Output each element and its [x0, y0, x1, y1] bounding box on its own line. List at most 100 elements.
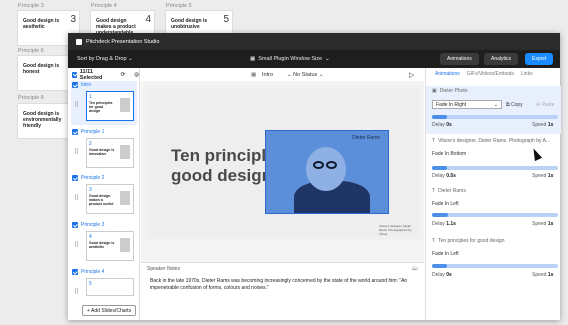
text-icon: T	[432, 187, 436, 194]
slide-thumbnail[interactable]: 3 Good design makes a product useful	[86, 184, 134, 214]
window-size-dropdown[interactable]: ▦ Small Plugin Window Size ⌄	[250, 56, 330, 62]
delay-value: 0s	[446, 122, 452, 128]
animation-item[interactable]: T Dieter Rams Fade In Left Delay 1.1s Spe…	[426, 186, 561, 234]
slide-card[interactable]: Good design is honest	[17, 55, 69, 91]
effect-select[interactable]: Fade In Left	[432, 251, 459, 257]
column-label: Principle 4	[91, 3, 117, 9]
chevron-down-icon: ⌄	[325, 56, 330, 62]
play-icon[interactable]: ▷	[409, 71, 414, 79]
slide-thumbnail[interactable]: 2 Good design is innovative	[86, 138, 134, 168]
slide-thumbnail[interactable]: 1 Ten principles for good design	[86, 91, 134, 121]
paste-button[interactable]: ⊖ Paste	[536, 102, 554, 108]
slide-checkbox[interactable]	[72, 129, 78, 135]
dieter-photo[interactable]: Dieter Rams	[265, 130, 389, 214]
speed-readout: Speed 1s	[532, 272, 554, 278]
book-icon[interactable]: 📖	[412, 266, 418, 272]
slide-number: 2	[89, 141, 92, 147]
card-number: 3	[70, 14, 76, 25]
tab-links[interactable]: Links	[521, 71, 533, 77]
title-bar: Pitchdeck Presentation Studio	[68, 33, 560, 50]
select-all-checkbox[interactable]	[72, 71, 77, 78]
delay-value: 1.1s	[446, 221, 456, 227]
animations-button[interactable]: Animations	[440, 53, 479, 65]
animation-target: Dieter Rams	[438, 187, 466, 194]
drag-handle-icon[interactable]: ⠿	[74, 101, 79, 109]
slide-card[interactable]: Good design is environmentally friendly	[17, 103, 69, 139]
tab-gifs[interactable]: GIFs/Videos/Embeds	[467, 71, 514, 77]
speaker-notes-text[interactable]: Back in the late 1970s, Dieter Rams was …	[141, 275, 424, 295]
paste-label: Paste	[541, 102, 555, 108]
column-label: Principle 3	[18, 3, 44, 9]
slide-thumbnail[interactable]: 5	[86, 278, 134, 296]
slide-checkbox[interactable]	[72, 82, 78, 88]
timeline-fill[interactable]	[432, 264, 448, 268]
delay-readout: Delay 0.5s	[432, 173, 456, 179]
drag-handle-icon[interactable]: ⠿	[74, 288, 79, 296]
status-label: No Status	[293, 72, 318, 78]
timeline-track[interactable]	[432, 166, 558, 170]
slide-list-item[interactable]: Principle 2 ⠿ 3 Good design makes a prod…	[71, 174, 137, 214]
animation-item[interactable]: T Vitsoe's designer, Dieter Rams. Photogr…	[426, 136, 561, 184]
slide-list-item[interactable]: Principle 1 ⠿ 2 Good design is innovativ…	[71, 128, 137, 168]
timeline-track[interactable]	[432, 264, 558, 268]
copy-button[interactable]: ⧉ Copy	[506, 102, 523, 108]
slide-checkbox[interactable]	[72, 175, 78, 181]
app-logo-icon	[76, 38, 82, 45]
window-size-label: Small Plugin Window Size	[258, 56, 323, 62]
timeline-track[interactable]	[432, 213, 558, 217]
timeline-fill[interactable]	[432, 166, 448, 170]
drag-handle-icon[interactable]: ⠿	[74, 194, 79, 202]
analytics-button[interactable]: Analytics	[484, 53, 519, 65]
slide-name: Intro	[262, 72, 274, 78]
slide-thumb-title: Good design is aesthetic	[89, 241, 115, 249]
animation-item[interactable]: ▣ Dieter Photo Fade In Right ⌄ ⧉ Copy ⊖ Pa…	[426, 86, 561, 134]
slide-checkbox[interactable]	[72, 269, 78, 275]
grid-icon[interactable]: ▦	[251, 72, 256, 78]
timeline-fill[interactable]	[432, 115, 448, 119]
slide-list-item[interactable]: Principle 3 ⠿ 4 Good design is aesthetic	[71, 221, 137, 261]
slides-panel: 11/11 Selected ⟳ ◎ Intro ⠿ 1 Ten princip…	[68, 68, 140, 320]
refresh-icon[interactable]: ⟳	[121, 72, 126, 78]
slide-list-item[interactable]: Principle 4 ⠿ 5	[71, 268, 137, 296]
delay-readout: Delay 0s	[432, 272, 452, 278]
timeline-track[interactable]	[432, 115, 558, 119]
effect-select[interactable]: Fade In Right ⌄	[432, 100, 502, 109]
status-dropdown[interactable]: ⌄ No Status ⌄	[287, 72, 323, 78]
sort-dropdown[interactable]: Sort by Drag & Drop ⌄	[77, 56, 133, 62]
chevron-down-icon: ⌄	[493, 102, 498, 108]
glasses-icon	[313, 161, 324, 169]
column-label: Principle 5	[166, 3, 192, 9]
export-button[interactable]: Export	[525, 53, 554, 65]
speed-readout: Speed 1s	[532, 122, 554, 128]
slide-header-bar: ▦ Intro ⌄ No Status ⌄ ▷	[141, 68, 424, 81]
slide-checkbox[interactable]	[72, 222, 78, 228]
speed-value: 1s	[547, 272, 554, 278]
effect-select[interactable]: Fade In Left	[432, 201, 459, 207]
drag-handle-icon[interactable]: ⠿	[74, 148, 79, 156]
check-circle-icon[interactable]: ◎	[134, 72, 139, 78]
effect-select[interactable]: Fade In Bottom	[432, 151, 466, 157]
card-title: Good design is honest	[23, 63, 60, 75]
slide-list-item[interactable]: Intro ⠿ 1 Ten principles for good design	[71, 81, 137, 125]
add-slides-button[interactable]: + Add Slides/Charts	[82, 305, 137, 316]
timeline-fill[interactable]	[432, 213, 449, 217]
speaker-notes: Speaker Notes 📖 Back in the late 1970s, D…	[141, 262, 424, 320]
editor-area: ▦ Intro ⌄ No Status ⌄ ▷ Ten principles f…	[141, 68, 424, 320]
thumb-image	[120, 145, 130, 159]
slide-thumbnail[interactable]: 4 Good design is aesthetic	[86, 231, 134, 261]
window-size-icon: ▦	[250, 56, 256, 62]
slide-preview[interactable]: Ten principles for good design Dieter Ra…	[149, 90, 417, 236]
drag-handle-icon[interactable]: ⠿	[74, 241, 79, 249]
text-icon: T	[432, 237, 436, 244]
image-icon: ▣	[432, 87, 437, 94]
text-icon: T	[432, 137, 436, 144]
animation-item[interactable]: T Ten principles for good design Fade In …	[426, 236, 561, 284]
column-label: Principle 6	[18, 48, 44, 54]
slide-number: 4	[89, 234, 92, 240]
photo-caption[interactable]: Vitsoe's designer, Dieter Rams. Photogra…	[379, 224, 419, 236]
card-title: Good design is aesthetic	[23, 18, 60, 30]
thumb-image	[120, 238, 130, 252]
plugin-window: Pitchdeck Presentation Studio Sort by Dr…	[68, 33, 561, 320]
slide-label: Principle 2	[81, 175, 105, 181]
tab-animations[interactable]: Animations	[435, 71, 460, 77]
